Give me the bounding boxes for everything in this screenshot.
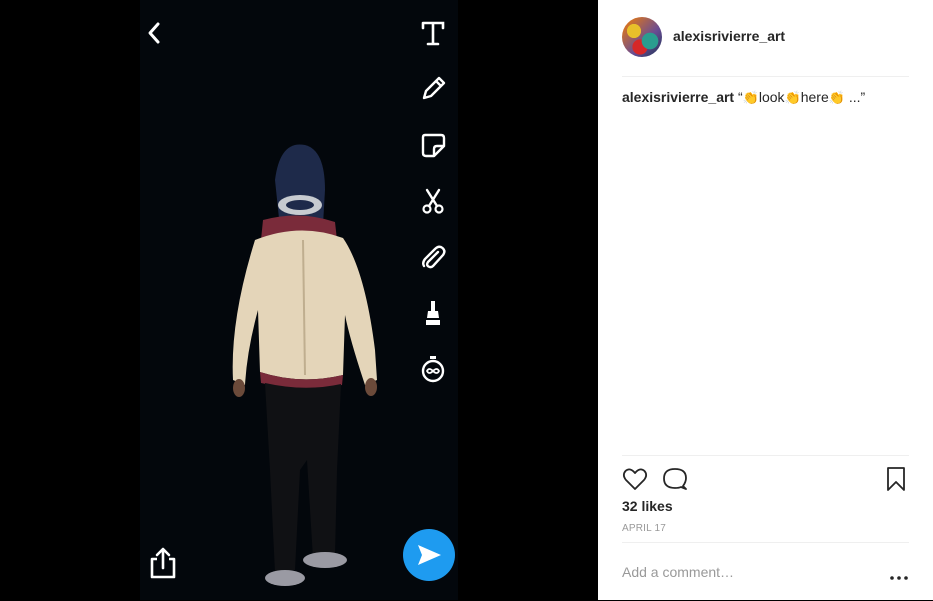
- timer-tool-button[interactable]: [416, 352, 450, 386]
- send-button[interactable]: [403, 529, 455, 581]
- text-icon: [421, 21, 445, 46]
- post-header: alexisrivierre_art: [622, 16, 909, 77]
- comment-icon[interactable]: [662, 466, 688, 492]
- paperclip-tool-button[interactable]: [416, 240, 450, 274]
- paintbrush-icon: [426, 301, 440, 325]
- sticker-tool-button[interactable]: [416, 128, 450, 162]
- comment-area: [622, 542, 909, 601]
- caption-ellipsis: ...”: [848, 89, 866, 105]
- more-options-icon[interactable]: [889, 569, 909, 580]
- bookmark-icon[interactable]: [883, 466, 909, 492]
- scissors-tool-button[interactable]: [416, 184, 450, 218]
- post-caption: alexisrivierre_art “👏look👏here👏 ...”: [622, 89, 909, 106]
- person-photo: [225, 140, 385, 590]
- clapping-hands-icon: 👏: [828, 90, 845, 105]
- caption-word-here: here: [800, 89, 829, 105]
- send-arrow-icon: [418, 545, 441, 565]
- clapping-hands-icon: 👏: [742, 90, 759, 105]
- sticker-icon: [421, 133, 446, 158]
- action-bar: [622, 455, 909, 491]
- text-tool-button[interactable]: [416, 16, 450, 50]
- paintbrush-tool-button[interactable]: [416, 296, 450, 330]
- pencil-tool-button[interactable]: [416, 72, 450, 106]
- paperclip-icon: [422, 245, 446, 269]
- timer-icon: [421, 356, 445, 383]
- clapping-hands-icon: 👏: [784, 90, 801, 105]
- avatar[interactable]: [622, 17, 662, 57]
- like-count[interactable]: 32 likes: [622, 498, 673, 514]
- back-chevron-icon[interactable]: [143, 18, 167, 48]
- caption-word-look: look: [758, 89, 785, 105]
- header-username[interactable]: alexisrivierre_art: [673, 28, 785, 44]
- pencil-icon: [422, 76, 446, 100]
- share-icon[interactable]: [147, 546, 179, 580]
- comment-input[interactable]: [622, 557, 862, 587]
- caption-username[interactable]: alexisrivierre_art: [622, 89, 734, 105]
- heart-icon[interactable]: [622, 466, 648, 492]
- scissors-icon: [422, 188, 444, 214]
- post-details-panel: alexisrivierre_art alexisrivierre_art “👏…: [598, 0, 933, 600]
- post-date: APRIL 17: [622, 523, 667, 534]
